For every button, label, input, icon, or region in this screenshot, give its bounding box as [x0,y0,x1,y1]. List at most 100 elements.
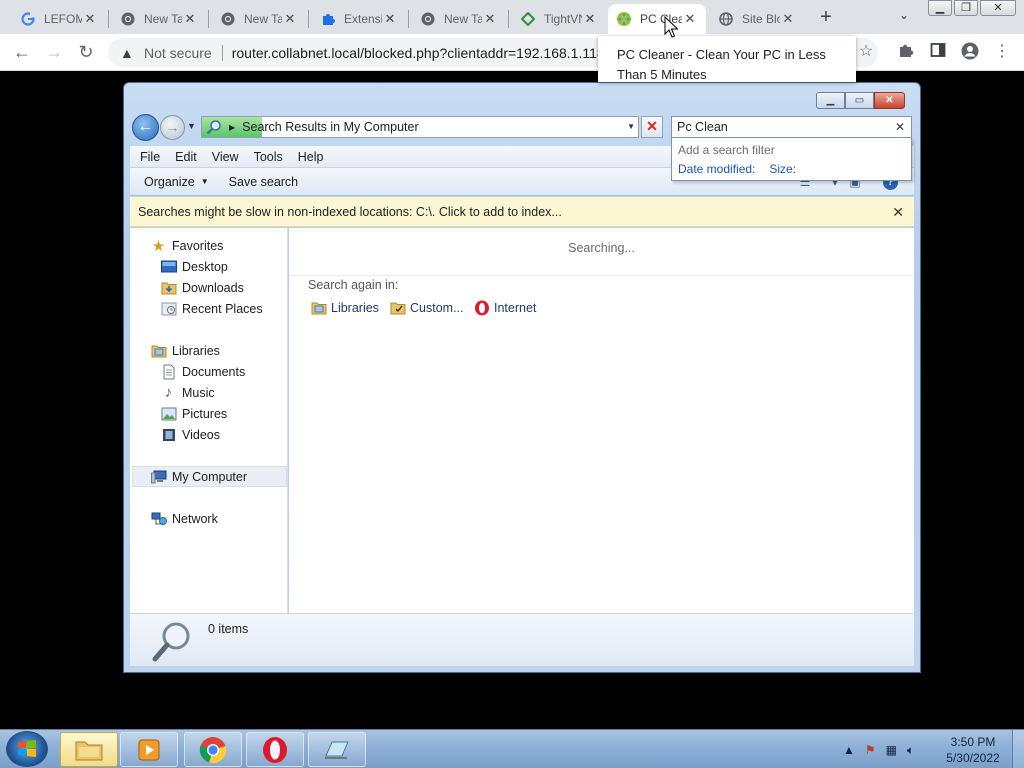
recent-pages-dropdown-icon[interactable]: ▼ [187,121,197,133]
menu-edit[interactable]: Edit [175,150,197,164]
tab-new-tab-1[interactable]: New Tab ✕ [112,4,206,34]
network-status-icon[interactable]: ▦ [886,743,897,757]
reload-icon[interactable]: ↻ [75,41,97,63]
volume-icon[interactable]: 🔈︎ [907,743,914,758]
documents-icon [160,364,177,380]
folder-icon [75,741,103,760]
warning-triangle-icon: ▲ [120,44,134,61]
search-again-internet[interactable]: Internet [473,299,536,317]
tab-close-icon[interactable]: ✕ [682,11,698,27]
tab-tightvnc[interactable]: TightVNC ✕ [512,4,606,34]
forward-arrow-icon[interactable]: → [43,41,65,63]
menu-help[interactable]: Help [298,150,324,164]
profile-avatar-icon[interactable] [960,42,980,62]
explorer-back-button[interactable]: ← [132,114,159,141]
nav-downloads[interactable]: Downloads [160,277,244,298]
opera-icon [263,736,287,763]
organize-dropdown-icon: ▼ [200,177,209,186]
stop-search-button[interactable]: ✕ [641,116,663,138]
nav-network[interactable]: Network [150,508,218,529]
tab-close-icon[interactable]: ✕ [582,11,598,27]
kebab-menu-icon[interactable]: ⋮ [992,42,1012,62]
index-info-bar[interactable]: Searches might be slow in non-indexed lo… [130,197,914,227]
tab-close-icon[interactable]: ✕ [182,11,198,27]
infobar-text: Searches might be slow in non-indexed lo… [138,204,562,219]
show-hidden-icons-icon[interactable]: ▲ [843,743,855,757]
search-again-custom[interactable]: Custom... [389,299,464,317]
tab-search-chevron-icon[interactable]: ⌄ [894,8,914,26]
tab-close-icon[interactable]: ✕ [282,11,298,27]
explorer-forward-button[interactable]: → [160,115,185,140]
new-tab-button[interactable]: + [814,6,838,30]
chrome-icon [420,11,436,27]
search-again-libraries[interactable]: Libraries [310,299,379,317]
explorer-maximize-button[interactable]: ▭ [845,92,874,109]
search-input[interactable]: Pc Clean ✕ [671,116,912,138]
tab-extensions[interactable]: Extensions ✕ [312,4,406,34]
tab-pc-cleaner[interactable]: PC Cleaner ✕ [608,4,706,34]
tab-lefom[interactable]: LEFOM ✕ [12,4,106,34]
taskbar-explorer-button[interactable] [60,732,118,767]
computer-icon [150,469,167,485]
back-arrow-icon[interactable]: ← [11,41,33,63]
tab-title: New Tab [244,12,282,26]
search-query: Pc Clean [677,120,728,134]
close-button[interactable]: ✕ [980,0,1016,16]
tab-close-icon[interactable]: ✕ [780,11,796,27]
tab-new-tab-3[interactable]: New Tab ✕ [412,4,506,34]
tab-new-tab-2[interactable]: New Tab ✕ [212,4,306,34]
tab-close-icon[interactable]: ✕ [382,11,398,27]
address-text: Search Results in My Computer [242,120,419,134]
nav-favorites[interactable]: ★ Favorites [150,235,224,256]
start-button[interactable] [6,731,48,767]
nav-recent-places[interactable]: Recent Places [160,298,263,319]
filter-date-modified[interactable]: Date modified: [678,162,755,176]
tab-title: New Tab [144,12,182,26]
nav-desktop[interactable]: Desktop [160,256,228,277]
search-clear-icon[interactable]: ✕ [895,117,905,137]
nav-pictures[interactable]: Pictures [160,403,227,424]
action-center-flag-icon[interactable]: ⚑ [865,743,876,757]
tightvnc-icon [520,11,536,27]
menu-file[interactable]: File [140,150,160,164]
minimize-button[interactable]: ▁ [928,0,952,16]
save-search-button[interactable]: Save search [229,175,298,189]
google-g-icon [20,11,36,27]
system-clock[interactable]: 3:50 PM 5/30/2022 [940,734,1006,766]
nav-videos[interactable]: Videos [160,424,220,445]
show-desktop-button[interactable] [1012,730,1024,768]
maximize-button[interactable]: ❐ [954,0,978,16]
bookmark-star-icon[interactable]: ☆ [856,42,876,62]
nav-label: Downloads [182,280,244,295]
explorer-window-controls: ▁ ▭ ✕ [816,92,905,110]
explorer-close-button[interactable]: ✕ [874,92,905,109]
network-icon [150,511,167,527]
save-search-label: Save search [228,174,299,189]
taskbar-media-player-button[interactable] [120,732,178,767]
tab-close-icon[interactable]: ✕ [482,11,498,27]
explorer-minimize-button[interactable]: ▁ [816,92,845,109]
filter-size[interactable]: Size: [769,162,796,176]
nav-my-computer[interactable]: My Computer [132,466,287,487]
tab-title: New Tab [444,12,482,26]
menu-tools[interactable]: Tools [254,150,283,164]
tab-close-icon[interactable]: ✕ [82,11,98,27]
nav-music[interactable]: ♪ Music [160,382,215,403]
infobar-close-icon[interactable]: ✕ [892,204,904,221]
tab-site-blocked[interactable]: Site Blocked ✕ [710,4,804,34]
address-bar[interactable]: ▶ Search Results in My Computer ▼ [201,116,639,138]
taskbar-opera-button[interactable] [246,732,304,767]
vnc-window-controls: ▁ ❐ ✕ [926,0,1016,18]
nav-documents[interactable]: Documents [160,361,245,382]
menu-view[interactable]: View [212,150,239,164]
extensions-puzzle-icon[interactable] [896,42,916,62]
taskbar-chrome-button[interactable] [184,732,242,767]
breadcrumb-chevron-icon[interactable]: ▶ [229,123,235,132]
nav-libraries[interactable]: Libraries [150,340,220,361]
security-chip[interactable]: Not secure [144,45,212,61]
url-text[interactable]: router.collabnet.local/blocked.php?clien… [232,45,612,61]
address-dropdown-icon[interactable]: ▼ [627,122,635,131]
organize-button[interactable]: Organize ▼ [144,175,209,189]
side-panel-icon[interactable] [928,42,948,62]
taskbar-tightvnc-button[interactable] [308,732,366,767]
